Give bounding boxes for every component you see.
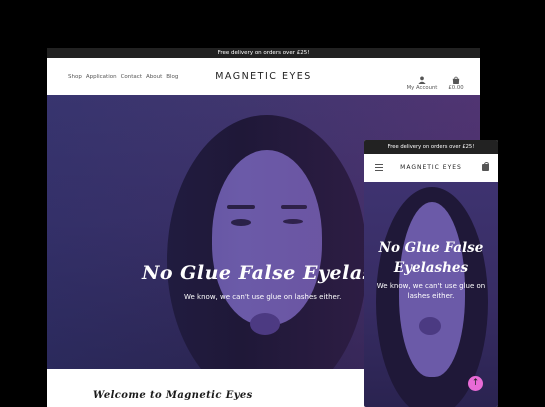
promo-banner: Free delivery on orders over £25! <box>47 48 480 58</box>
arrow-up-icon[interactable]: ↑ <box>468 376 483 391</box>
account-label: My Account <box>406 85 438 91</box>
account-button[interactable]: My Account <box>404 76 440 91</box>
shopping-bag-icon[interactable] <box>482 161 489 171</box>
main-navbar: Shop Application Contact About Blog MAGN… <box>47 58 480 96</box>
cart-button[interactable]: £0.00 <box>445 76 467 91</box>
mobile-promo-banner: Free delivery on orders over £25! <box>364 140 498 154</box>
hero-subtitle: We know, we can't use glue on lashes eit… <box>184 293 342 301</box>
mobile-navbar: MAGNETIC EYES <box>364 154 498 182</box>
welcome-heading: Welcome to Magnetic Eyes <box>93 390 253 401</box>
cart-total: £0.00 <box>448 85 464 91</box>
shopping-bag-icon <box>452 76 460 84</box>
mobile-preview: Free delivery on orders over £25! MAGNET… <box>364 140 498 407</box>
mobile-hero-title: No Glue False Eyelashes <box>378 240 484 276</box>
mobile-site-logo[interactable]: MAGNETIC EYES <box>364 154 498 182</box>
mobile-hero-banner: No Glue False Eyelashes We know, we can'… <box>364 182 498 407</box>
user-icon <box>418 76 426 84</box>
mobile-hero-subtitle: We know, we can't use glue on lashes eit… <box>376 282 486 300</box>
